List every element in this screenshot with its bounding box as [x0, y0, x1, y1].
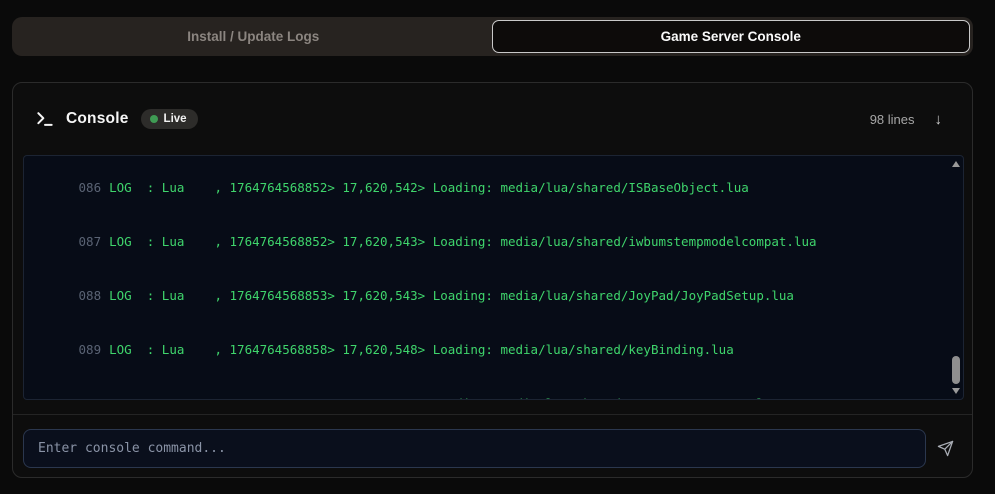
log-line-number: 088	[78, 288, 102, 303]
log-line-number: 089	[78, 342, 102, 357]
tab-game-server-console[interactable]: Game Server Console	[491, 20, 970, 53]
log-line-number: 086	[78, 180, 102, 195]
tab-bar: Install / Update Logs Game Server Consol…	[12, 17, 973, 56]
console-header: Console Live 98 lines ↓	[13, 83, 972, 155]
log-lines: 086 LOG : Lua , 1764764568852> 17,620,542…	[48, 161, 963, 399]
log-scrollbar[interactable]	[949, 157, 962, 398]
log-line-text: LOG : Lua , 1764764568852> 17,620,543> L…	[109, 234, 817, 249]
log-line-text: LOG : Lua , 1764764568858> 17,620,548> L…	[109, 342, 734, 357]
terminal-icon	[37, 112, 53, 126]
log-line-text: LOG : Lua , 1764764568852> 17,620,542> L…	[109, 180, 749, 195]
console-title: Console	[66, 110, 129, 127]
live-label: Live	[163, 113, 187, 125]
command-input-row	[23, 429, 964, 468]
live-status-badge: Live	[140, 109, 198, 129]
scroll-to-bottom-button[interactable]: ↓	[935, 112, 943, 127]
log-line-text: LOG : Lua , 1764764568853> 17,620,543> L…	[109, 288, 794, 303]
tab-install-update-logs[interactable]: Install / Update Logs	[15, 20, 492, 53]
scrollbar-up-arrow-icon[interactable]	[952, 161, 960, 167]
send-command-button[interactable]	[926, 429, 964, 468]
log-line: 086 LOG : Lua , 1764764568852> 17,620,542…	[48, 161, 963, 215]
console-card: Console Live 98 lines ↓ 086 LOG : Lua , 1…	[12, 82, 973, 478]
log-line: 089 LOG : Lua , 1764764568858> 17,620,548…	[48, 323, 963, 377]
log-line: 087 LOG : Lua , 1764764568852> 17,620,543…	[48, 215, 963, 269]
lines-count: 98 lines	[869, 111, 915, 127]
log-line-text: LOG : Lua , 1764764568859> 17,620,549> L…	[101, 396, 779, 399]
send-icon	[937, 440, 953, 457]
log-line: 090LOG : Lua , 1764764568859> 17,620,549…	[48, 377, 963, 399]
log-line-number: 087	[78, 234, 102, 249]
console-command-input[interactable]	[23, 429, 926, 468]
log-line-number: 090	[78, 395, 102, 399]
scrollbar-thumb[interactable]	[952, 356, 960, 384]
scrollbar-down-arrow-icon[interactable]	[952, 388, 960, 394]
live-dot-icon	[149, 115, 158, 123]
card-divider	[13, 414, 972, 415]
log-line: 088 LOG : Lua , 1764764568853> 17,620,543…	[48, 269, 963, 323]
log-viewport[interactable]: 086 LOG : Lua , 1764764568852> 17,620,542…	[23, 155, 964, 400]
